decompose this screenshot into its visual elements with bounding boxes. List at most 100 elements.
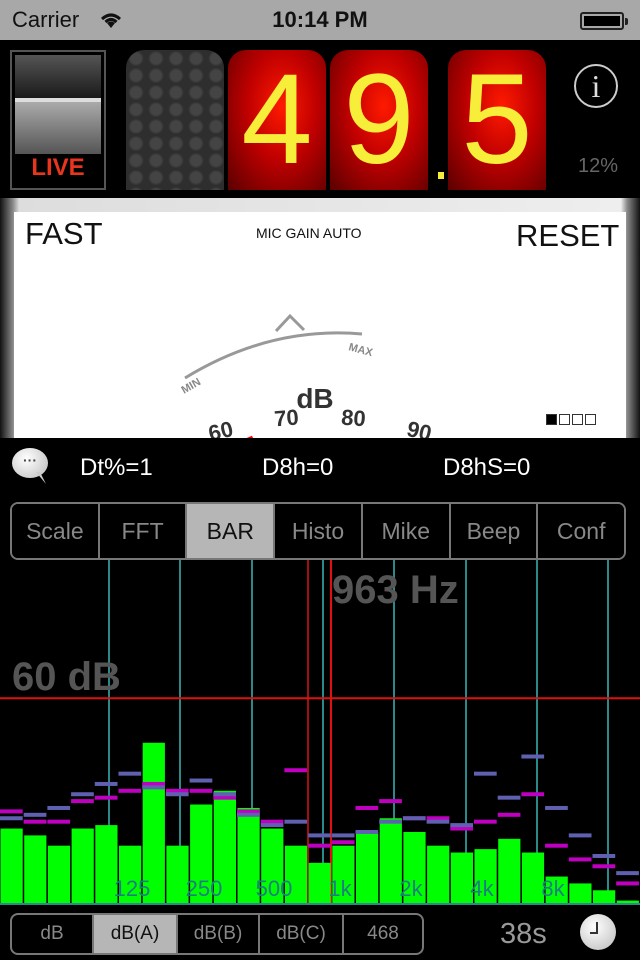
peak-marker-blue (94, 781, 118, 786)
battery-icon (580, 12, 628, 30)
chart-canvas[interactable]: 125 250 500 1k 2k 4k 8k (0, 560, 640, 906)
peak-marker-magenta (379, 799, 402, 804)
peak-marker-blue (355, 829, 379, 834)
peak-marker-magenta (118, 788, 142, 793)
meter-scale-label: 60 (206, 416, 236, 438)
peak-marker-magenta (284, 768, 308, 773)
page-dot[interactable] (559, 414, 570, 425)
live-toggle-button[interactable]: LIVE (10, 50, 106, 190)
gain-arc (184, 331, 363, 380)
peak-marker-blue (189, 778, 213, 783)
d8hs-stat: D8hS=0 (443, 454, 531, 481)
peak-marker-magenta (71, 799, 94, 804)
peak-marker-blue (213, 792, 236, 797)
frequency-tick-label: 500 (256, 876, 293, 901)
peak-marker-blue (592, 853, 616, 858)
fast-mode-button[interactable]: FAST (25, 216, 103, 252)
weighting-dbc[interactable]: dB(C) (260, 915, 344, 953)
peak-marker-magenta (568, 857, 592, 862)
frequency-tick-label: 2k (399, 876, 423, 901)
spectrum-bar (0, 828, 23, 904)
tab-histo[interactable]: Histo (275, 504, 363, 558)
peak-marker-blue (450, 823, 473, 828)
tab-fft[interactable]: FFT (99, 504, 188, 558)
peak-marker-magenta (94, 795, 118, 800)
mic-gain-label: MIC GAIN AUTO (256, 225, 362, 241)
peak-marker-blue (118, 771, 142, 776)
weighting-468[interactable]: 468 (344, 915, 422, 953)
spectrum-bar (593, 890, 616, 904)
digit-tenths: 5 (448, 50, 546, 190)
info-button[interactable]: i (574, 64, 618, 108)
peak-marker-blue (237, 812, 260, 817)
tab-bar[interactable]: BAR (187, 504, 276, 558)
peak-marker-blue (497, 795, 521, 800)
page-indicator[interactable] (546, 414, 596, 425)
peak-marker-blue (521, 754, 545, 759)
peak-marker-blue (165, 792, 189, 797)
peak-marker-magenta (260, 819, 284, 824)
digit-tens: 4 (228, 50, 326, 190)
frequency-tick-label: 125 (114, 876, 151, 901)
live-panel-top (15, 55, 101, 98)
peak-marker-blue (284, 819, 308, 824)
peak-marker-blue (616, 871, 639, 876)
peak-marker-blue (142, 785, 165, 790)
peak-marker-blue (0, 816, 23, 821)
weighting-selector: dB dB(A) dB(B) dB(C) 468 (10, 913, 424, 955)
spectrum-bar (427, 845, 450, 904)
percent-readout: 12% (577, 155, 619, 177)
frequency-tick-label: 8k (541, 876, 565, 901)
page-dot[interactable] (585, 414, 596, 425)
spectrum-bar (569, 883, 592, 904)
tab-mike[interactable]: Mike (362, 504, 451, 558)
spectrum-bar (47, 845, 71, 904)
clock-time: 10:14 PM (272, 7, 368, 32)
weighting-dba[interactable]: dB(A) (94, 915, 178, 953)
live-panel-bottom (15, 102, 101, 154)
frequency-tick-label: 4k (470, 876, 494, 901)
peak-marker-blue (331, 833, 355, 838)
spectrum-bar (24, 835, 47, 904)
peak-marker-blue (426, 819, 450, 824)
elapsed-time: 38s (500, 918, 547, 950)
peak-marker-magenta (213, 795, 236, 800)
gain-max-label: MAX (347, 341, 374, 359)
tab-conf[interactable]: Conf (538, 504, 624, 558)
frequency-tick-label: 1k (328, 876, 352, 901)
peak-marker-magenta (331, 840, 355, 845)
tab-scale[interactable]: Scale (12, 504, 100, 558)
spectrum-bar-chart[interactable]: 125 250 500 1k 2k 4k 8k (0, 560, 640, 906)
peak-marker-blue (474, 771, 497, 776)
view-tabs: Scale FFT BAR Histo Mike Beep Conf (10, 502, 626, 560)
weighting-dbb[interactable]: dB(B) (178, 915, 260, 953)
tab-beep[interactable]: Beep (450, 504, 539, 558)
spectrum-bar (71, 828, 94, 904)
speech-bubble-icon[interactable]: ··· (12, 448, 48, 478)
peak-marker-magenta (189, 788, 213, 793)
decimal-point (438, 172, 444, 179)
peak-marker-blue (568, 833, 592, 838)
peak-marker-magenta (23, 819, 47, 824)
peak-marker-magenta (237, 809, 260, 814)
meter-unit-label: dB (296, 383, 333, 414)
peak-marker-magenta (450, 826, 473, 831)
page-dot[interactable] (546, 414, 557, 425)
gain-min-label: MIN (180, 376, 204, 397)
status-bar: Carrier 10:14 PM (0, 0, 640, 40)
peak-marker-blue (545, 805, 568, 810)
peak-marker-blue (47, 805, 71, 810)
peak-marker-magenta (474, 819, 497, 824)
page-dot[interactable] (572, 414, 583, 425)
peak-marker-magenta (616, 881, 639, 886)
live-label: LIVE (31, 154, 85, 181)
clock-icon[interactable] (580, 914, 616, 950)
meter-scale-label: 90 (404, 416, 434, 438)
peak-marker-blue (379, 819, 402, 824)
peak-marker-magenta (426, 816, 450, 821)
dt-stat: Dt%=1 (80, 454, 153, 481)
digit-hundreds (126, 50, 224, 190)
peak-marker-magenta (142, 781, 165, 786)
weighting-db[interactable]: dB (12, 915, 94, 953)
reset-button[interactable]: RESET (516, 218, 619, 254)
